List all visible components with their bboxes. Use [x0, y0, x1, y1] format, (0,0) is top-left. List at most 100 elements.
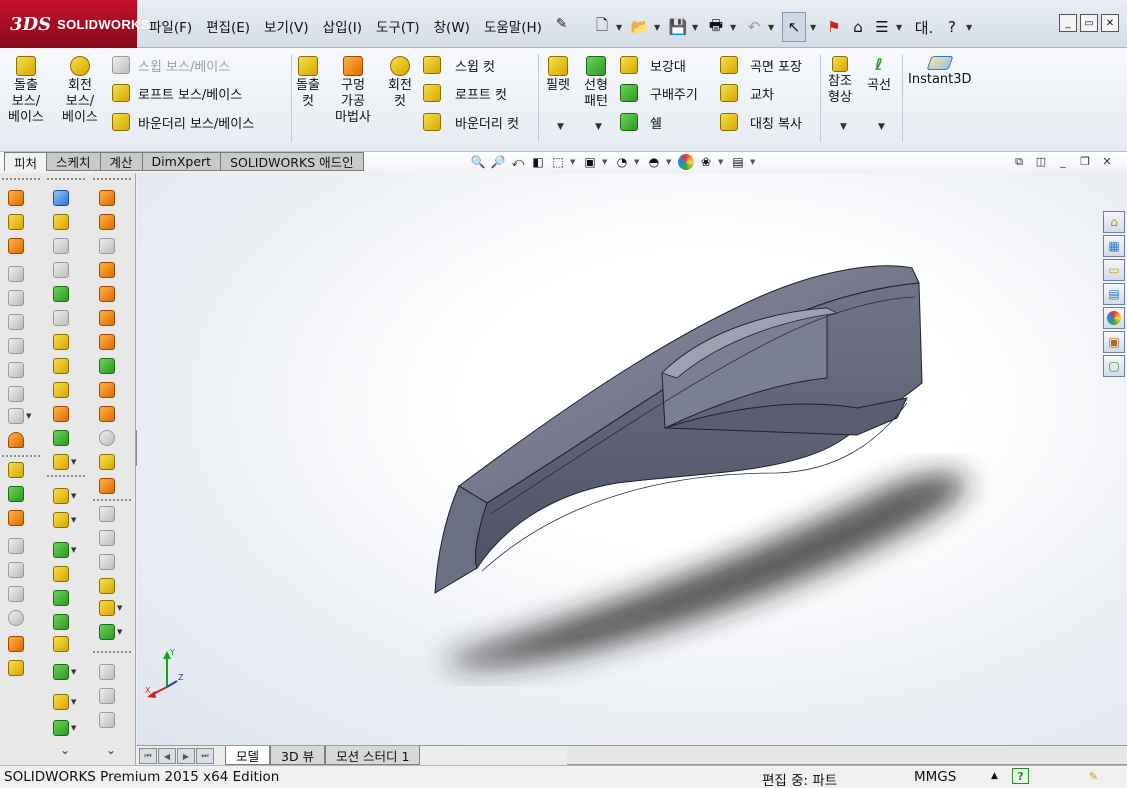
- units-up-arrow-icon[interactable]: ▲: [986, 768, 1003, 784]
- quick-tips-help-icon[interactable]: ?: [1012, 768, 1029, 784]
- print-icon[interactable]: 🖶: [706, 16, 726, 38]
- forum-icon[interactable]: ▢: [1103, 355, 1125, 377]
- grid-tool-icon[interactable]: [2, 507, 38, 529]
- loft-cut-button[interactable]: 로프트 컷: [423, 82, 507, 104]
- ruled-surface-icon[interactable]: [47, 355, 83, 377]
- solidworks-logo[interactable]: 3DS SOLIDWORKS: [0, 0, 149, 48]
- orientation-dropdown-icon[interactable]: ▼: [602, 158, 610, 166]
- new-dropdown-icon[interactable]: ▼: [616, 23, 626, 32]
- view-orientation-icon[interactable]: ▣: [582, 154, 598, 170]
- menu-tools[interactable]: 도구(T): [369, 14, 427, 38]
- intersect-button[interactable]: 교차: [720, 82, 774, 104]
- tab-addins[interactable]: SOLIDWORKS 애드인: [221, 152, 364, 171]
- revolve-surface-icon[interactable]: [93, 211, 129, 233]
- tab-dimxpert[interactable]: DimXpert: [142, 152, 222, 171]
- rib-tool-icon[interactable]: [47, 563, 83, 585]
- chamfer-tool-icon[interactable]: ▼: [47, 509, 83, 531]
- part-model-render[interactable]: [137, 173, 1127, 745]
- toolbar-grip[interactable]: [2, 178, 40, 181]
- scale-sketch-icon[interactable]: [47, 259, 83, 281]
- annotation-dropdown-icon[interactable]: ▼: [570, 158, 578, 166]
- curves-button[interactable]: ℓ 곡선: [867, 56, 891, 94]
- previous-view-icon[interactable]: ⤺: [510, 154, 526, 170]
- menu-file[interactable]: 파일(F): [142, 14, 199, 38]
- swept-tool-icon[interactable]: [2, 263, 38, 285]
- curves-dropdown-icon[interactable]: ▼: [878, 122, 885, 132]
- shell-button[interactable]: 쉘: [620, 111, 662, 133]
- menu-window[interactable]: 창(W): [427, 14, 477, 38]
- scene-dropdown-icon[interactable]: ▼: [718, 158, 726, 166]
- menu-insert[interactable]: 삽입(I): [316, 14, 369, 38]
- pattern-dropdown-icon[interactable]: ▼: [595, 122, 602, 132]
- box-view-icon[interactable]: [93, 661, 129, 683]
- restore-icon[interactable]: ▭: [1080, 14, 1098, 32]
- viewport-close-icon[interactable]: ✕: [1099, 154, 1115, 169]
- toolbar-grip[interactable]: [2, 455, 40, 458]
- last-tab-icon[interactable]: ⏭: [196, 748, 214, 764]
- select-dropdown-icon[interactable]: ▼: [810, 23, 820, 32]
- viewport-split-icon[interactable]: ◫: [1033, 154, 1049, 169]
- copy-tool-icon[interactable]: [2, 559, 38, 581]
- options-icon[interactable]: ☰: [872, 16, 892, 38]
- instant3d-button[interactable]: Instant3D: [908, 56, 972, 88]
- open-folder-icon[interactable]: 📂: [630, 16, 650, 38]
- display-style-icon[interactable]: ◔: [614, 154, 630, 170]
- display-style-dropdown-icon[interactable]: ▼: [634, 158, 642, 166]
- new-document-icon[interactable]: 🗋: [592, 16, 612, 38]
- hidden-lines-view-icon[interactable]: [93, 709, 129, 731]
- sketch-tool-icon[interactable]: [47, 211, 83, 233]
- toolbar-grip[interactable]: [93, 651, 131, 654]
- viewport-tile-icon[interactable]: ⧉: [1011, 154, 1027, 169]
- close-icon[interactable]: ✕: [1101, 14, 1119, 32]
- cut-with-surface-icon[interactable]: [93, 451, 129, 473]
- wireframe-view-icon[interactable]: [93, 685, 129, 707]
- boundary-boss-button[interactable]: 바운더리 보스/베이스: [112, 111, 254, 133]
- toolbar-grip[interactable]: [93, 499, 131, 502]
- swept-surface-icon[interactable]: [93, 235, 129, 257]
- intersect-tool-icon[interactable]: [47, 611, 83, 633]
- helix-icon[interactable]: ▼: [93, 621, 129, 643]
- file-properties-icon[interactable]: ⌂: [848, 16, 868, 38]
- hide-show-dropdown-icon[interactable]: ▼: [666, 158, 674, 166]
- save-icon[interactable]: 💾: [668, 16, 688, 38]
- fillet-button[interactable]: 필렛: [546, 56, 570, 94]
- rib-button[interactable]: 보강대: [620, 54, 686, 76]
- shell-tool-icon[interactable]: [47, 587, 83, 609]
- column3-expand-chevron-icon[interactable]: ⌄: [93, 743, 129, 757]
- section-view-icon[interactable]: ◧: [530, 154, 546, 170]
- tab-features[interactable]: 피처: [4, 152, 48, 171]
- delete-face-icon[interactable]: [93, 403, 129, 425]
- trim-surface-icon[interactable]: [93, 331, 129, 353]
- fill-surface-icon[interactable]: [47, 427, 83, 449]
- combine-body-icon[interactable]: [93, 527, 129, 549]
- move-face-icon[interactable]: [93, 187, 129, 209]
- revolve-tool-icon[interactable]: [47, 235, 83, 257]
- viewport-minimize-icon[interactable]: _: [1055, 154, 1071, 169]
- units-selector[interactable]: MMGS: [914, 769, 956, 785]
- reference-geometry-dropdown-icon[interactable]: ▼: [840, 122, 847, 132]
- indent-icon[interactable]: [93, 551, 129, 573]
- revolve-cut-button[interactable]: 회전 컷: [388, 56, 412, 110]
- extrude-boss-button[interactable]: 돌출 보스/ 베이스: [8, 56, 44, 126]
- help-icon[interactable]: ?: [942, 16, 962, 38]
- menu-help[interactable]: 도움말(H): [477, 14, 549, 38]
- view-settings-dropdown-icon[interactable]: ▼: [750, 158, 758, 166]
- boundary-cut-button[interactable]: 바운더리 컷: [423, 111, 519, 133]
- fillet-dropdown-icon[interactable]: ▼: [557, 122, 564, 132]
- delete-hole-icon[interactable]: [93, 427, 129, 449]
- options-dropdown-icon[interactable]: ▼: [896, 23, 906, 32]
- viewport-restore-icon[interactable]: ❐: [1077, 154, 1093, 169]
- rebuild-traffic-light-icon[interactable]: ⚑: [824, 16, 844, 38]
- tab-sketch[interactable]: 스케치: [47, 152, 101, 171]
- view-settings-icon[interactable]: ▤: [730, 154, 746, 170]
- hole-wizard-button[interactable]: 구멍 가공 마법사: [335, 56, 371, 126]
- draft-button[interactable]: 구배주기: [620, 82, 698, 104]
- save-dropdown-icon[interactable]: ▼: [692, 23, 702, 32]
- shape-tool-icon[interactable]: [2, 383, 38, 405]
- boss-extrude-icon[interactable]: [47, 283, 83, 305]
- boundary-surface-icon[interactable]: [93, 283, 129, 305]
- delete-body-icon[interactable]: [2, 607, 38, 629]
- replace-face-icon[interactable]: [93, 379, 129, 401]
- loft-tool-icon[interactable]: [2, 287, 38, 309]
- move-copy-body-icon[interactable]: [93, 503, 129, 525]
